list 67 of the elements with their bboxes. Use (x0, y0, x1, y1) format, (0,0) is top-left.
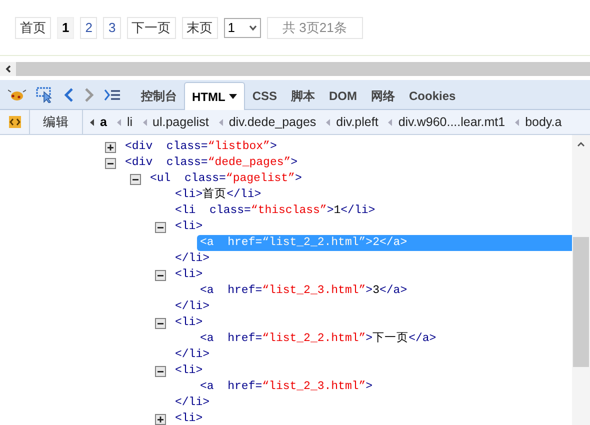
page-link[interactable]: 下一页 (126, 16, 176, 38)
collapse-icon[interactable] (155, 318, 166, 328)
page-link[interactable]: 末页 (182, 16, 218, 38)
page-summary: 共 3页21条 (266, 16, 363, 38)
chevron-left-icon (142, 118, 147, 126)
collapse-icon[interactable] (155, 270, 166, 280)
breadcrumb-item[interactable]: div.w960....lear.mt1 (398, 112, 510, 132)
collapse-icon[interactable] (155, 222, 166, 232)
code-braces-icon[interactable] (8, 115, 22, 129)
panel-tab[interactable]: CSS (245, 82, 284, 109)
code-line[interactable]: <ul class=“pagelist”> (147, 171, 305, 187)
page-link[interactable]: 2 (80, 16, 98, 38)
breadcrumb-item[interactable]: ul.pagelist (152, 112, 213, 132)
breadcrumb-item[interactable]: a (100, 112, 111, 132)
inspect-icon[interactable] (36, 87, 54, 103)
breadcrumb-item[interactable]: div.pleft (336, 112, 382, 132)
page-link[interactable]: 首页 (15, 16, 51, 38)
vertical-scrollbar[interactable] (572, 135, 590, 425)
panel-tab[interactable]: HTML (184, 82, 246, 110)
collapse-icon[interactable] (105, 158, 116, 168)
dropdown-caret-icon (248, 24, 257, 30)
code-line[interactable]: <a href=“list_2_2.html”>下一页</a> (197, 331, 440, 347)
breadcrumb-item[interactable]: div.dede_pages (228, 112, 320, 132)
page-link[interactable]: 3 (103, 16, 121, 38)
chevron-left-icon (90, 118, 94, 126)
code-line[interactable]: </li> (172, 251, 213, 267)
panel-tab[interactable]: 控制台 (134, 82, 184, 109)
chevron-left-icon (326, 118, 330, 126)
page-select[interactable]: 1 (224, 18, 261, 38)
collapse-icon[interactable] (130, 174, 141, 184)
expand-icon[interactable] (105, 142, 116, 152)
code-line[interactable]: <li>首页</li> (172, 187, 264, 203)
panel-tab[interactable]: Cookies (402, 82, 463, 109)
scroll-left-icon[interactable] (4, 65, 12, 73)
expand-icon[interactable] (155, 414, 166, 424)
edit-button[interactable]: 编辑 (30, 110, 83, 134)
chevron-left-icon (116, 118, 121, 126)
chevron-left-icon (388, 118, 392, 126)
scrollbar-thumb[interactable] (573, 237, 589, 367)
dropdown-caret-icon (229, 94, 238, 99)
panel-tab[interactable]: 脚本 (284, 82, 322, 109)
code-line[interactable]: <li> (172, 267, 206, 283)
code-line[interactable]: <li> (172, 411, 206, 425)
scroll-up-icon[interactable] (577, 141, 585, 147)
code-line[interactable]: </li> (172, 395, 213, 411)
back-icon[interactable] (64, 88, 74, 102)
page-link[interactable]: 1 (57, 16, 74, 38)
code-line[interactable]: <li> (172, 315, 206, 331)
code-line[interactable]: <a href=“list_2_3.html”>3</a> (197, 283, 410, 299)
code-line[interactable]: <li class=“thisclass”>1</li> (172, 203, 378, 219)
code-line[interactable]: </li> (172, 299, 213, 315)
code-line[interactable]: <li> (172, 219, 206, 235)
code-line[interactable]: <div class=“listbox”> (122, 139, 280, 155)
breadcrumb-item[interactable]: li (126, 112, 137, 132)
panel-tab[interactable]: 网络 (364, 82, 402, 109)
horizontal-scrollbar[interactable] (0, 62, 590, 76)
breadcrumb-item[interactable]: body.a (525, 112, 566, 132)
chevron-left-icon (515, 118, 520, 126)
code-line[interactable]: </li> (172, 347, 213, 363)
code-line[interactable]: <a href=“list_2_3.html”> (197, 379, 376, 395)
code-line[interactable]: <div class=“dede_pages”> (122, 155, 301, 171)
panel-tab[interactable]: DOM (322, 82, 364, 109)
bug-icon[interactable] (8, 88, 26, 102)
chevron-left-icon (218, 118, 223, 126)
code-line[interactable]: <li> (172, 363, 206, 379)
collapse-icon[interactable] (155, 366, 166, 376)
command-line-icon[interactable] (104, 89, 120, 101)
